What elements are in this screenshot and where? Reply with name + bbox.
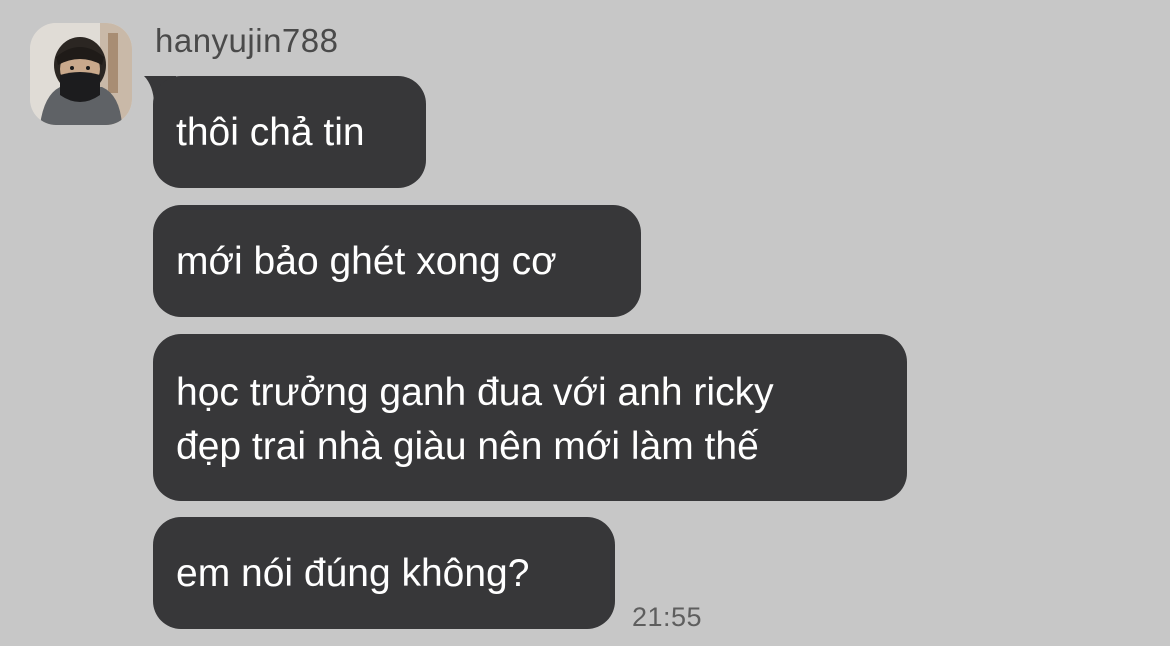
message-bubble[interactable]: thôi chả tin [153,76,426,188]
message-text: em nói đúng không? [176,552,530,595]
message-bubble[interactable]: mới bảo ghét xong cơ [153,205,641,317]
message-text: mới bảo ghét xong cơ [176,240,557,283]
message-text: thôi chả tin [176,111,365,154]
message-bubble[interactable]: em nói đúng không? [153,517,615,629]
message-text-line: học trưởng ganh đua với anh ricky [176,371,774,414]
avatar[interactable] [30,23,132,125]
message-text-line: đẹp trai nhà giàu nên mới làm thế [176,425,759,468]
message-timestamp: 21:55 [632,602,703,632]
user-avatar-photo [30,23,132,125]
message-bubble[interactable]: học trưởng ganh đua với anh ricky đẹp tr… [153,334,907,501]
sender-username[interactable]: hanyujin788 [155,22,339,60]
